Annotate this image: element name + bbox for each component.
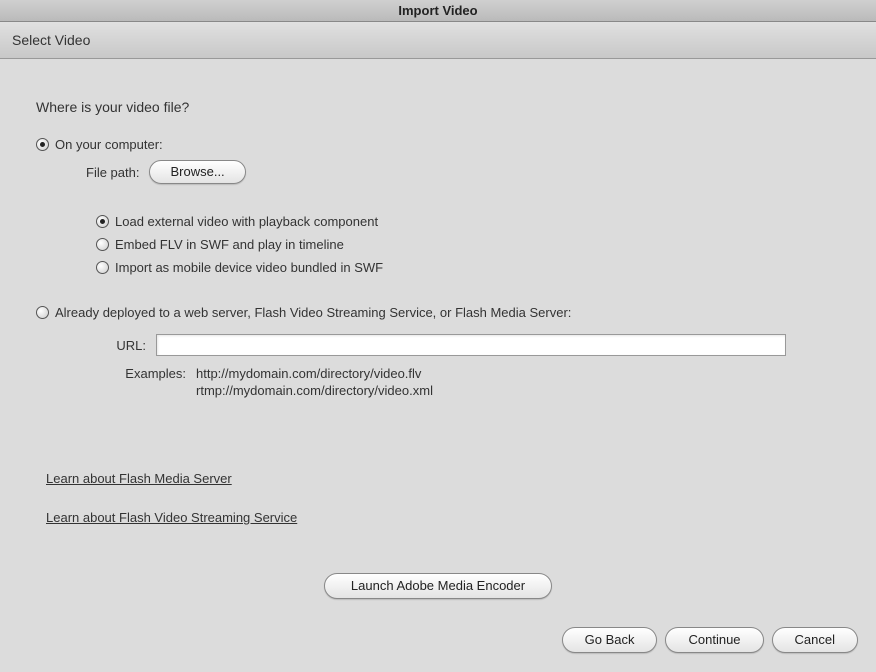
help-links: Learn about Flash Media Server Learn abo…	[46, 471, 297, 549]
radio-label: Already deployed to a web server, Flash …	[55, 305, 571, 320]
import-options-group: Load external video with playback compon…	[36, 214, 840, 275]
launch-media-encoder-button[interactable]: Launch Adobe Media Encoder	[324, 573, 552, 599]
window-title: Import Video	[398, 3, 477, 18]
url-row: URL:	[86, 334, 840, 356]
window-titlebar: Import Video	[0, 0, 876, 22]
radio-icon	[36, 138, 49, 151]
deployed-section: Already deployed to a web server, Flash …	[36, 305, 840, 400]
link-flash-media-server[interactable]: Learn about Flash Media Server	[46, 471, 232, 486]
cancel-button[interactable]: Cancel	[772, 627, 858, 653]
go-back-button[interactable]: Go Back	[562, 627, 658, 653]
file-path-label: File path:	[86, 165, 139, 180]
url-input[interactable]	[156, 334, 786, 356]
radio-import-mobile[interactable]: Import as mobile device video bundled in…	[96, 260, 840, 275]
radio-label: Load external video with playback compon…	[115, 214, 378, 229]
examples-label: Examples:	[86, 366, 186, 400]
example-url: rtmp://mydomain.com/directory/video.xml	[196, 383, 433, 398]
continue-button[interactable]: Continue	[665, 627, 763, 653]
browse-button[interactable]: Browse...	[149, 160, 245, 184]
radio-label: Embed FLV in SWF and play in timeline	[115, 237, 344, 252]
link-flash-video-streaming[interactable]: Learn about Flash Video Streaming Servic…	[46, 510, 297, 525]
examples-row: Examples: http://mydomain.com/directory/…	[86, 366, 840, 400]
launch-row: Launch Adobe Media Encoder	[0, 573, 876, 599]
radio-icon	[96, 238, 109, 251]
content-area: Where is your video file? On your comput…	[0, 59, 876, 619]
url-label: URL:	[86, 338, 146, 353]
wizard-footer: Go Back Continue Cancel	[0, 619, 876, 667]
radio-embed-flv[interactable]: Embed FLV in SWF and play in timeline	[96, 237, 840, 252]
examples-list: http://mydomain.com/directory/video.flv …	[196, 366, 433, 400]
radio-already-deployed[interactable]: Already deployed to a web server, Flash …	[36, 305, 840, 320]
radio-on-your-computer[interactable]: On your computer:	[36, 137, 840, 152]
file-path-row: File path: Browse...	[86, 160, 840, 184]
example-url: http://mydomain.com/directory/video.flv	[196, 366, 433, 381]
section-heading: Where is your video file?	[36, 99, 840, 115]
radio-label: On your computer:	[55, 137, 163, 152]
radio-label: Import as mobile device video bundled in…	[115, 260, 383, 275]
wizard-step-title: Select Video	[0, 22, 876, 59]
radio-icon	[96, 261, 109, 274]
radio-icon	[36, 306, 49, 319]
wizard-step-label: Select Video	[12, 32, 90, 48]
radio-icon	[96, 215, 109, 228]
radio-load-external[interactable]: Load external video with playback compon…	[96, 214, 840, 229]
